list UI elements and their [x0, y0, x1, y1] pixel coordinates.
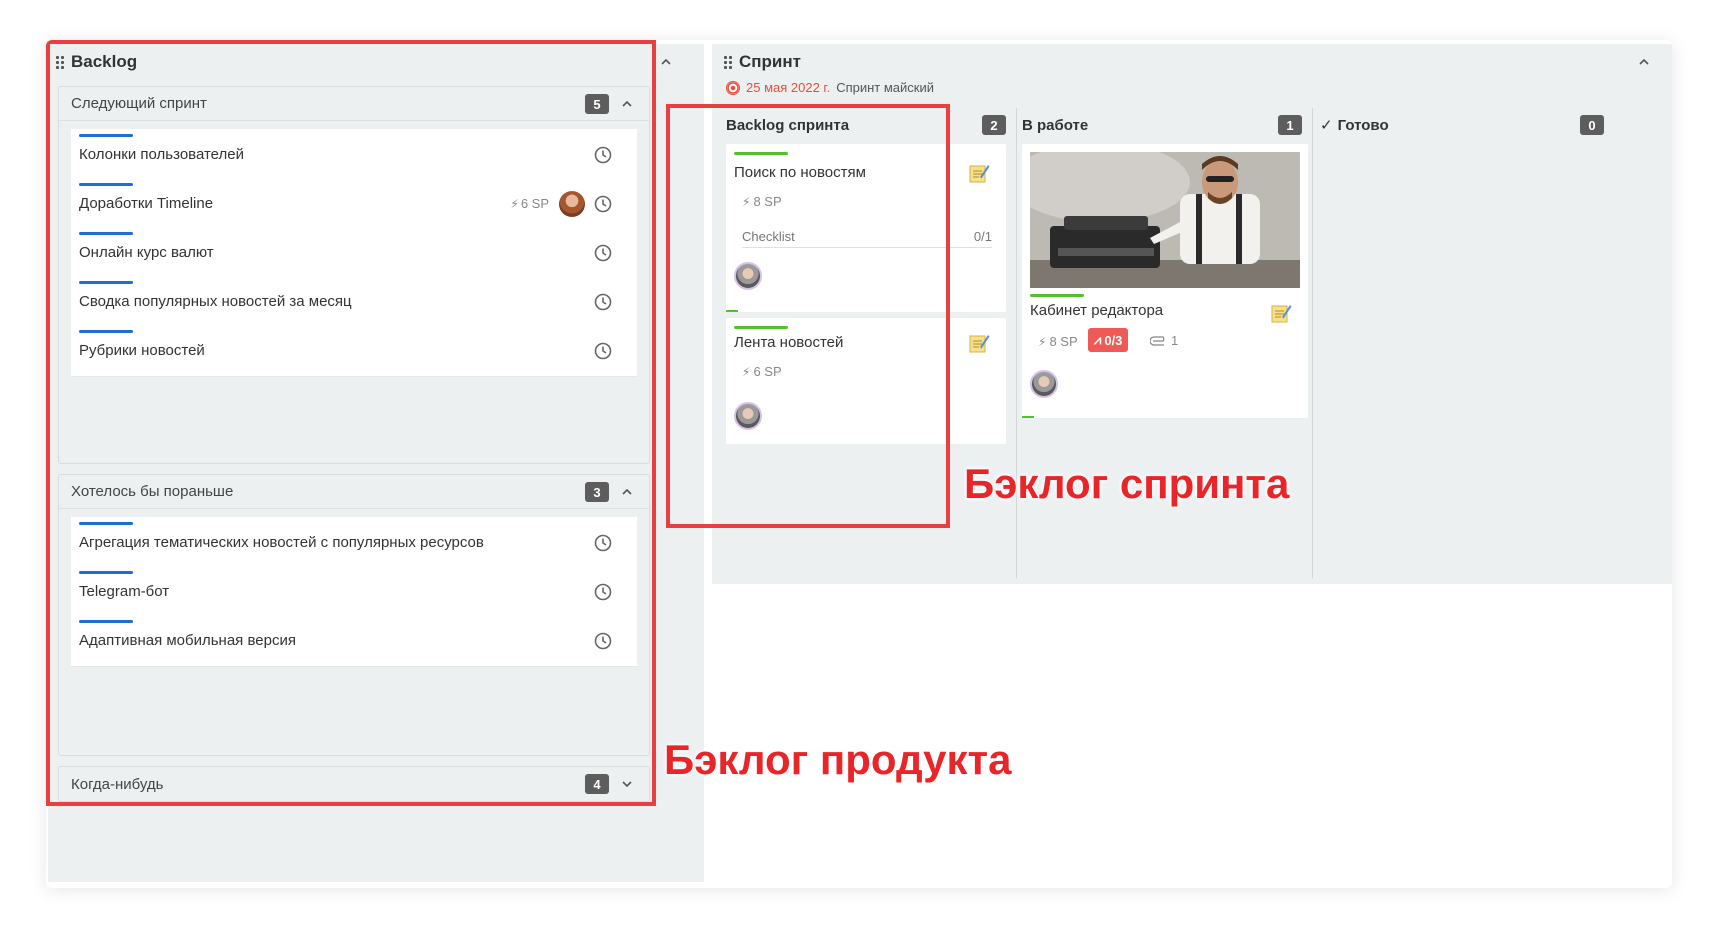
bolt-icon: ⚡︎	[1038, 334, 1047, 349]
sprint-backlog-highlight	[666, 104, 950, 528]
sprint-title: Спринт	[739, 52, 801, 71]
notepad-icon[interactable]	[968, 162, 990, 184]
avatar[interactable]	[1030, 370, 1058, 398]
story-points: ⚡︎ 8 SP	[1038, 334, 1078, 349]
subtasks-badge[interactable]: ⩘︎ 0/3	[1088, 328, 1129, 352]
story-points-value: 8 SP	[1049, 334, 1078, 349]
sprint-header: Спринт	[724, 50, 801, 74]
product-backlog-highlight	[46, 40, 656, 806]
sprint-meta: 25 мая 2022 г. Спринт майский	[726, 80, 934, 95]
notepad-icon[interactable]	[968, 332, 990, 354]
collapse-sprint-chevron-up-icon[interactable]	[1638, 56, 1650, 68]
collapse-backlog-chevron-up-icon[interactable]	[660, 56, 672, 68]
attachments[interactable]: 1	[1150, 333, 1178, 348]
sprint-name: Спринт майский	[836, 80, 935, 95]
column-title: Готово	[1337, 116, 1389, 134]
checklist-progress: 0/1	[973, 229, 992, 244]
drag-handle-icon[interactable]	[724, 55, 732, 69]
paperclip-icon	[1150, 335, 1165, 346]
progress-line	[1022, 416, 1034, 418]
column-title: В работе	[1022, 116, 1089, 134]
attachments-count: 1	[1171, 333, 1179, 348]
priority-bar	[1030, 294, 1084, 297]
task-card[interactable]: Кабинет редактора ⚡︎ 8 SP ⩘︎ 0/3 1	[1022, 144, 1308, 418]
column-divider	[1312, 108, 1313, 578]
column-header-done: ✓ Готово 0	[1320, 112, 1604, 138]
sprint-date[interactable]: 25 мая 2022 г.	[746, 80, 830, 95]
subtasks-count: 0/3	[1104, 332, 1123, 348]
count-badge: 1	[1278, 115, 1302, 135]
notepad-icon[interactable]	[1270, 302, 1292, 324]
count-badge: 0	[1580, 115, 1604, 135]
card-title: Кабинет редактора	[1030, 302, 1164, 319]
subtasks-icon: ⩘︎	[1094, 332, 1102, 347]
target-icon	[726, 80, 740, 95]
product-backlog-annotation: Бэклог продукта	[664, 736, 1012, 783]
check-icon: ✓	[1320, 117, 1333, 134]
card-cover-image	[1030, 152, 1300, 288]
count-badge: 2	[982, 115, 1006, 135]
sprint-backlog-annotation: Бэклог спринта	[964, 460, 1290, 507]
column-header-in-progress: В работе 1	[1022, 112, 1302, 138]
app-window: Backlog Следующий спринт 5 Колонки польз…	[46, 40, 1672, 888]
